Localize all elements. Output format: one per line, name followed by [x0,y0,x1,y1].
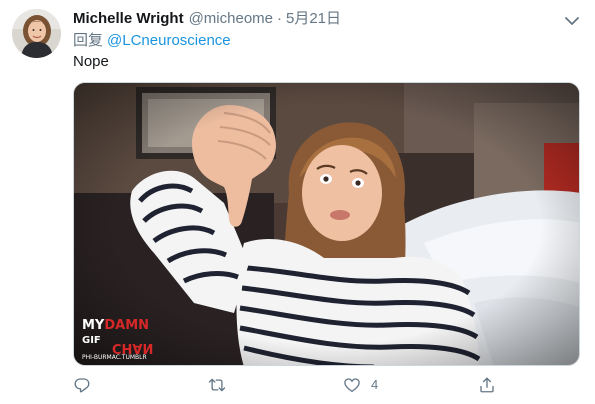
heart-icon [344,378,360,393]
watermark-line1: MYDAMN [82,318,149,333]
gif-media[interactable]: MYDAMN GIF CHAN PHI-BURMAC.TUMBLR [73,82,580,366]
avatar-photo [12,9,61,58]
watermark-line3: CHAN [112,340,153,355]
more-options-button[interactable] [563,12,581,30]
reply-prefix: 回复 [73,32,104,49]
watermark-line4: PHI-BURMAC.TUMBLR [82,354,147,361]
header-separator: · [277,10,282,27]
share-icon [480,377,494,393]
reply-button[interactable] [73,374,208,396]
reply-mention-link[interactable]: @LCneuroscience [107,32,231,49]
tweet-text: Nope [73,53,109,70]
watermark-logo: MYDAMN GIF CHAN PHI-BURMAC.TUMBLR [82,318,153,361]
watermark-line2: GIF [82,335,101,346]
retweet-icon [208,378,226,392]
share-button[interactable] [478,374,508,396]
retweet-button[interactable] [208,374,343,396]
tweet-header: Michelle Wright @micheome · 5月21日 [73,9,555,29]
like-count: 4 [371,377,379,392]
tweet-actions: 4 [73,374,513,396]
like-button[interactable]: 4 [343,374,478,396]
author-handle[interactable]: @micheome [189,9,273,29]
tweet-date[interactable]: 5月21日 [286,9,341,29]
avatar[interactable] [12,9,61,58]
reply-icon [74,378,90,393]
author-display-name[interactable]: Michelle Wright [73,9,184,29]
reply-context: 回复 @LCneuroscience [73,31,231,51]
gif-watermark: MYDAMN GIF CHAN PHI-BURMAC.TUMBLR [82,316,162,362]
chevron-down-icon [565,17,579,25]
tweet: Michelle Wright @micheome · 5月21日 回复 @LCn… [0,0,595,404]
